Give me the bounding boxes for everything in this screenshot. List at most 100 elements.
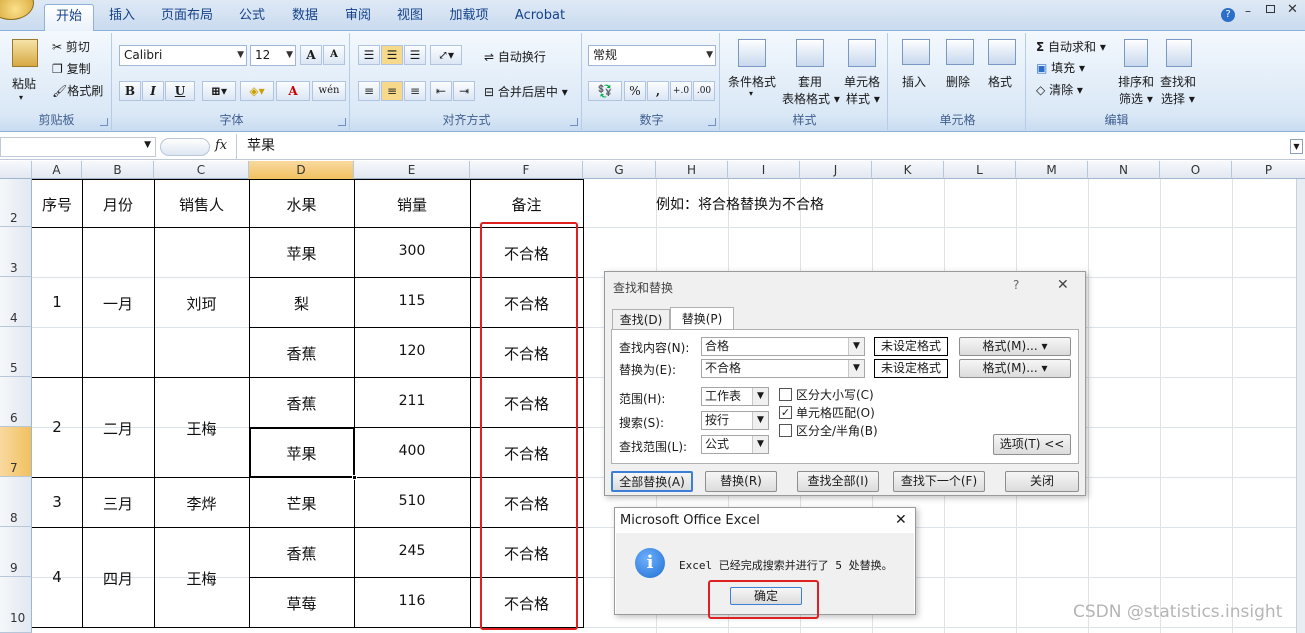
options-button[interactable]: 选项(T) << <box>993 434 1071 455</box>
bold-button[interactable]: B <box>119 81 141 101</box>
number-format-select[interactable]: 常规 ▼ <box>588 45 716 66</box>
header-cell[interactable]: 月份 <box>82 194 154 215</box>
increase-decimal-button[interactable]: +.0 <box>670 81 692 101</box>
format-cells-button[interactable]: 格式 <box>988 73 1012 90</box>
month-cell[interactable]: 二月 <box>82 418 154 439</box>
decrease-indent-button[interactable]: ⇤ <box>430 81 452 101</box>
paste-dropdown-icon[interactable]: ▾ <box>19 93 23 102</box>
id-cell[interactable]: 4 <box>32 568 82 586</box>
tab-home[interactable]: 开始 <box>44 4 94 32</box>
tab-addins[interactable]: 加载项 <box>440 4 498 31</box>
row-header-3[interactable]: 3 <box>0 227 32 277</box>
row-header-10[interactable]: 10 <box>0 577 32 633</box>
qty-cell[interactable]: 245 <box>354 543 470 559</box>
table-format-label-line2[interactable]: 表格格式 ▾ <box>782 90 840 107</box>
id-cell[interactable]: 2 <box>32 418 82 436</box>
fruit-cell[interactable]: 苹果 <box>249 243 354 264</box>
help-icon[interactable]: ? <box>1013 278 1019 292</box>
qty-cell[interactable]: 211 <box>354 393 470 409</box>
header-cell[interactable]: 序号 <box>32 194 82 215</box>
cut-button[interactable]: ✂ 剪切 <box>52 38 90 55</box>
header-cell[interactable]: 备注 <box>470 194 583 215</box>
header-cell[interactable]: 销售人 <box>154 194 249 215</box>
seller-cell[interactable]: 王梅 <box>154 568 249 589</box>
chevron-down-icon[interactable]: ▼ <box>848 338 864 355</box>
borders-button[interactable]: ⊞▾ <box>202 81 236 101</box>
underline-button[interactable]: U <box>165 81 195 101</box>
clipboard-launcher-icon[interactable] <box>100 118 108 126</box>
seller-cell[interactable]: 刘珂 <box>154 293 249 314</box>
merge-center-button[interactable]: ⊟ 合并后居中 ▾ <box>484 83 568 100</box>
autosum-button[interactable]: Σ 自动求和 ▾ <box>1036 38 1106 55</box>
fruit-cell[interactable]: 梨 <box>249 293 354 314</box>
qty-cell[interactable]: 116 <box>354 593 470 609</box>
align-right-button[interactable]: ≡ <box>404 81 426 101</box>
decrease-decimal-button[interactable]: .00 <box>693 81 715 101</box>
column-header-l[interactable]: L <box>944 161 1016 179</box>
replace-format-button[interactable]: 格式(M)... ▾ <box>959 359 1071 378</box>
clear-button[interactable]: ◇ 清除 ▾ <box>1036 81 1083 98</box>
find-select-label-line2[interactable]: 选择 ▾ <box>1161 90 1195 107</box>
fruit-cell[interactable]: 芒果 <box>249 493 354 514</box>
name-box[interactable]: ▼ <box>0 137 156 157</box>
active-cell-selection[interactable] <box>249 427 355 478</box>
row-header-4[interactable]: 4 <box>0 277 32 327</box>
restore-icon[interactable] <box>1266 5 1275 13</box>
qty-cell[interactable]: 120 <box>354 343 470 359</box>
tab-replace[interactable]: 替换(P) <box>670 307 734 330</box>
formula-input[interactable]: 苹果 <box>236 134 1288 159</box>
tab-acrobat[interactable]: Acrobat <box>508 4 572 31</box>
within-select[interactable]: 工作表 ▼ <box>701 387 769 406</box>
fill-color-button[interactable]: ◈▾ <box>240 81 274 101</box>
column-header-i[interactable]: I <box>728 161 800 179</box>
comma-button[interactable]: , <box>647 81 669 101</box>
tab-page-layout[interactable]: 页面布局 <box>152 4 222 31</box>
id-cell[interactable]: 1 <box>32 293 82 311</box>
column-header-h[interactable]: H <box>656 161 728 179</box>
font-color-button[interactable]: A <box>276 81 310 101</box>
font-size-select[interactable]: 12 ▼ <box>250 45 296 66</box>
copy-button[interactable]: ❐ 复制 <box>52 60 91 77</box>
fruit-cell[interactable]: 香蕉 <box>249 543 354 564</box>
column-header-n[interactable]: N <box>1088 161 1160 179</box>
tab-formulas[interactable]: 公式 <box>230 4 274 31</box>
tab-data[interactable]: 数据 <box>283 4 327 31</box>
vertical-scrollbar[interactable] <box>1296 179 1305 633</box>
sort-filter-button[interactable]: 排序和 <box>1118 73 1154 90</box>
cell-styles-button[interactable]: 单元格 <box>844 73 880 90</box>
office-button[interactable] <box>0 0 34 20</box>
seller-cell[interactable]: 李烨 <box>154 493 249 514</box>
orientation-button[interactable]: ⤢▾ <box>430 45 462 65</box>
fruit-cell[interactable]: 香蕉 <box>249 343 354 364</box>
alignment-launcher-icon[interactable] <box>570 118 578 126</box>
row-header-7[interactable]: 7 <box>0 427 32 477</box>
format-painter-button[interactable]: 🖌格式刷 <box>52 82 103 99</box>
find-what-input[interactable]: 合格 ▼ <box>701 337 865 356</box>
fill-button[interactable]: ▣ 填充 ▾ <box>1036 59 1085 76</box>
increase-indent-button[interactable]: ⇥ <box>453 81 475 101</box>
fruit-cell[interactable]: 香蕉 <box>249 393 354 414</box>
insert-cells-button[interactable]: 插入 <box>902 73 926 90</box>
column-header-g[interactable]: G <box>583 161 656 179</box>
search-order-select[interactable]: 按行 ▼ <box>701 411 769 430</box>
formula-toggle[interactable] <box>160 138 210 156</box>
accounting-button[interactable]: 💱 <box>588 81 622 101</box>
row-header-8[interactable]: 8 <box>0 477 32 527</box>
align-left-button[interactable]: ≡ <box>358 81 380 101</box>
align-center-button[interactable]: ≡ <box>381 81 403 101</box>
shrink-font-button[interactable]: A <box>323 45 345 65</box>
font-launcher-icon[interactable] <box>338 118 346 126</box>
align-top-button[interactable]: ☰ <box>358 45 380 65</box>
example-note-cell[interactable]: 例如：将合格替换为不合格 <box>656 194 824 214</box>
find-format-button[interactable]: 格式(M)... ▾ <box>959 337 1071 356</box>
sort-filter-label-line2[interactable]: 筛选 ▾ <box>1119 90 1153 107</box>
qty-cell[interactable]: 510 <box>354 493 470 509</box>
number-launcher-icon[interactable] <box>708 118 716 126</box>
match-byte-checkbox[interactable] <box>779 424 792 437</box>
replace-all-button[interactable]: 全部替换(A) <box>611 471 693 492</box>
lookin-select[interactable]: 公式 ▼ <box>701 435 769 454</box>
find-select-button[interactable]: 查找和 <box>1160 73 1196 90</box>
percent-button[interactable]: % <box>624 81 646 101</box>
column-header-a[interactable]: A <box>32 161 82 179</box>
column-header-f[interactable]: F <box>470 161 583 179</box>
